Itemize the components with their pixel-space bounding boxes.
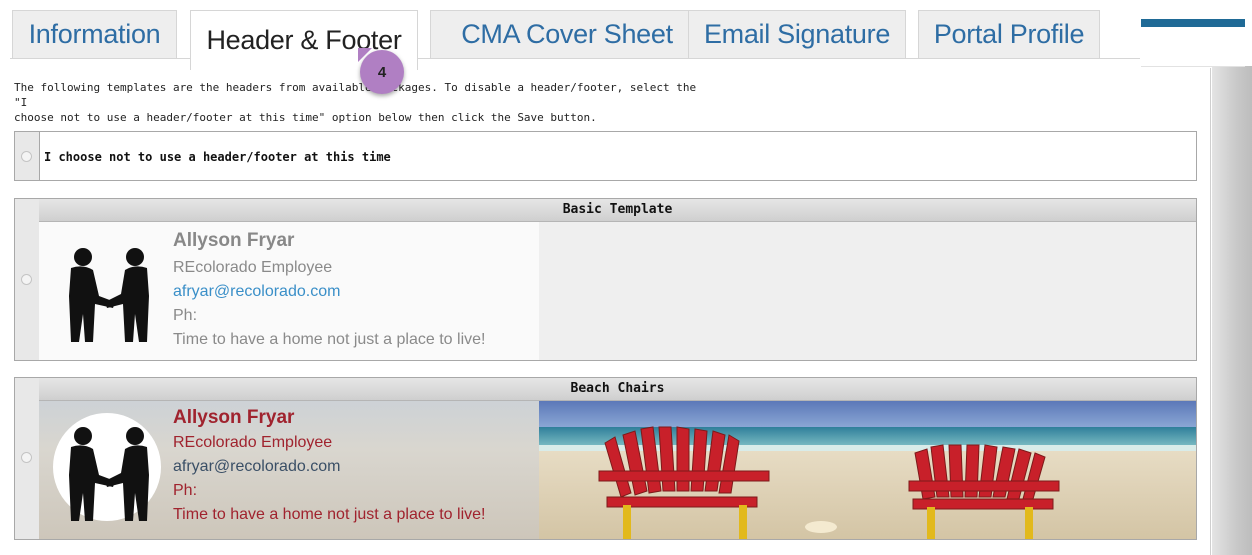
opt-out-radio[interactable] [21,151,32,162]
agent-role: REcolorado Employee [173,259,333,276]
intro-text: The following templates are the headers … [14,80,714,125]
opt-out-label: I choose not to use a header/footer at t… [44,150,391,164]
agent-email: afryar@recolorado.com [173,458,341,475]
tab-bar: Information Header & Footer CMA Cover Sh… [12,10,1142,70]
tab-email-signature[interactable]: Email Signature [688,10,906,58]
handshake-silhouette-icon [69,248,149,342]
agent-tagline: Time to have a home not just a place to … [173,506,486,523]
agent-phone: Ph: [173,482,198,499]
beach-chairs-image [539,401,1196,539]
beach-scene-image [539,401,1196,539]
radio-cell [15,199,40,360]
agent-email: afryar@recolorado.com [173,283,341,300]
radio-cell [15,132,40,180]
template-title: Beach Chairs [39,378,1196,401]
template-beach-chairs[interactable]: Beach Chairs Allyson Fryar REcolorado Em… [14,377,1197,540]
agent-info: Allyson Fryar REcolorado Employee afryar… [173,230,485,352]
window-edge-shadow [1212,66,1252,555]
tab-cma-cover-sheet[interactable]: CMA Cover Sheet [430,10,704,58]
handshake-silhouette-icon [69,427,149,521]
agent-phone: Ph: [173,307,198,324]
agent-tagline: Time to have a home not just a place to … [173,331,486,348]
template-preview: Allyson Fryar REcolorado Employee afryar… [39,401,1196,539]
step-marker: 4 [358,48,404,94]
template-preview: Allyson Fryar REcolorado Employee afryar… [39,222,1196,360]
agent-name: Allyson Fryar [173,407,295,428]
divider [1141,66,1245,67]
intro-line-2: choose not to use a header/footer at thi… [14,111,597,124]
template-title: Basic Template [39,199,1196,222]
agent-name: Allyson Fryar [173,230,295,251]
tab-underline [10,58,1140,59]
opt-out-option[interactable]: I choose not to use a header/footer at t… [14,131,1197,181]
step-number: 4 [377,63,387,81]
tab-information[interactable]: Information [12,10,177,58]
basic-template-radio[interactable] [21,274,32,285]
beach-template-radio[interactable] [21,452,32,463]
template-basic[interactable]: Basic Template Allyson Fryar REcolorado … [14,198,1197,361]
accent-bar [1141,19,1245,27]
tab-portal-profile[interactable]: Portal Profile [918,10,1100,58]
radio-cell [15,378,40,539]
agent-role: REcolorado Employee [173,434,333,451]
agent-info: Allyson Fryar REcolorado Employee afryar… [173,407,485,527]
